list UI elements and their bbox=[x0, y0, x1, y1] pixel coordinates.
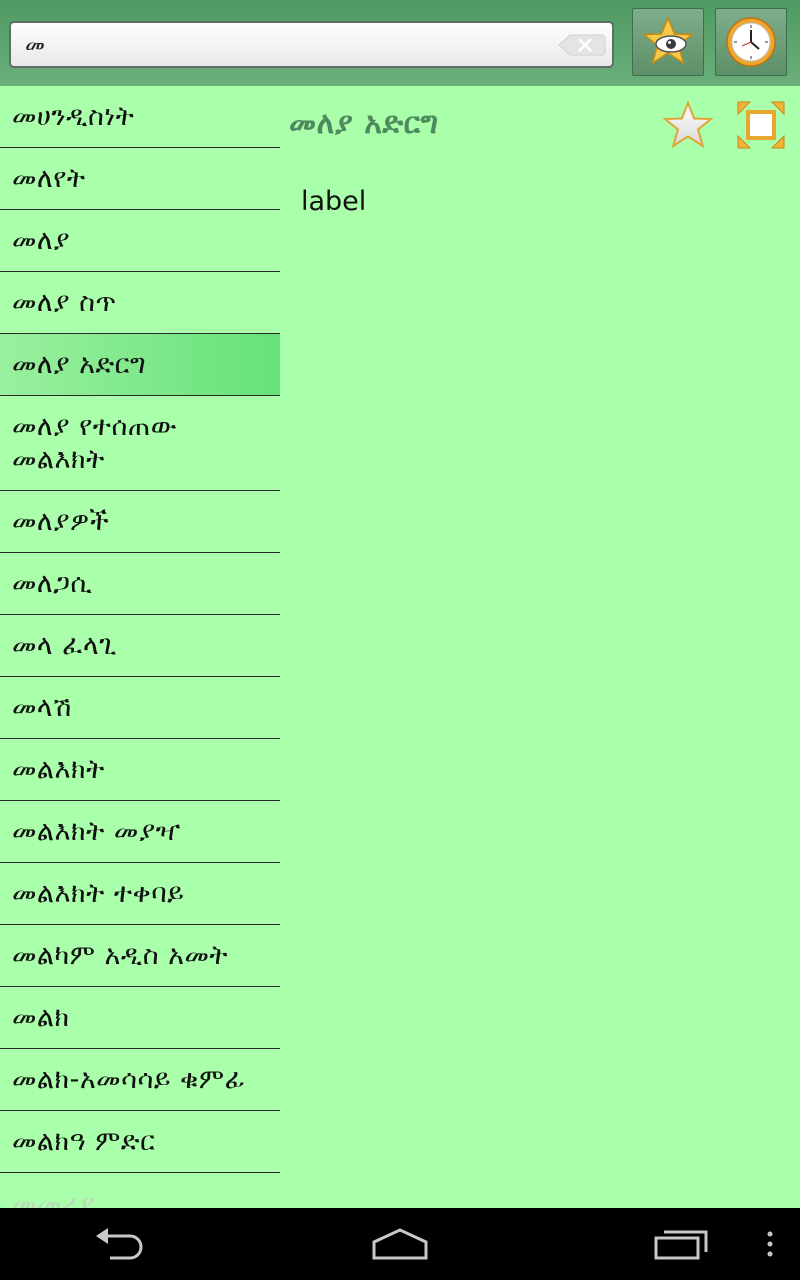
detail-title: መለያ አድርግ bbox=[289, 106, 439, 141]
favorites-button[interactable] bbox=[632, 8, 704, 76]
system-nav-bar bbox=[0, 1208, 800, 1280]
list-item[interactable]: መልካም አዲስ አመት bbox=[0, 925, 280, 987]
list-item-label: መለጋሲ bbox=[12, 568, 93, 599]
history-button[interactable] bbox=[715, 8, 787, 76]
search-box[interactable] bbox=[9, 21, 614, 68]
list-item[interactable]: መመሪያ bbox=[0, 1173, 280, 1209]
list-item[interactable]: መልክዓ ምድር bbox=[0, 1111, 280, 1173]
list-item[interactable]: መለየት bbox=[0, 148, 280, 210]
clock-icon bbox=[726, 17, 776, 67]
list-item[interactable]: መልክ-አመሳሳይ ቁምፊ bbox=[0, 1049, 280, 1111]
list-item-label: መልክዓ ምድር bbox=[12, 1126, 156, 1157]
list-item-label: መመሪያ bbox=[12, 1188, 95, 1209]
translation-text: label bbox=[301, 186, 367, 217]
list-item[interactable]: መለያዎች bbox=[0, 491, 280, 553]
word-list[interactable]: መሀንዲስነት መለየት መለያ መለያ ስጥ መለያ አድርግ መለያ የተሰ… bbox=[0, 86, 280, 1208]
list-item-label: መላ ፈላጊ bbox=[12, 630, 117, 661]
search-input[interactable] bbox=[25, 31, 545, 59]
list-item-label: መላሽ bbox=[12, 692, 72, 723]
list-item[interactable]: መልእክት መያዣ bbox=[0, 801, 280, 863]
list-item[interactable]: መለያ ስጥ bbox=[0, 272, 280, 334]
list-item[interactable]: መላ ፈላጊ bbox=[0, 615, 280, 677]
list-item-label: መልእክት መያዣ bbox=[12, 816, 181, 847]
home-icon[interactable] bbox=[370, 1226, 430, 1262]
list-item-label: መለያ አድርግ bbox=[12, 349, 147, 380]
list-item-selected[interactable]: መለያ አድርግ bbox=[0, 334, 280, 396]
fullscreen-icon[interactable] bbox=[736, 100, 786, 150]
list-item[interactable]: መሀንዲስነት bbox=[0, 86, 280, 148]
clear-search-icon[interactable] bbox=[558, 33, 606, 57]
list-item-label: መለያዎች bbox=[12, 506, 110, 537]
list-item[interactable]: መለያ የተሰጠው መልእክት bbox=[0, 396, 280, 491]
list-item-label: መለያ የተሰጠው መልእክት bbox=[12, 411, 178, 475]
list-item-label: መልክ bbox=[12, 1002, 70, 1033]
list-item[interactable]: መልእክት bbox=[0, 739, 280, 801]
back-icon[interactable] bbox=[90, 1226, 150, 1262]
list-item-label: መልክ-አመሳሳይ ቁምፊ bbox=[12, 1064, 246, 1095]
recent-apps-icon[interactable] bbox=[652, 1226, 712, 1262]
list-item-label: መልካም አዲስ አመት bbox=[12, 940, 229, 971]
star-eye-icon bbox=[641, 16, 695, 65]
list-item-label: መልእክት ተቀባይ bbox=[12, 878, 185, 909]
list-item[interactable]: መለያ bbox=[0, 210, 280, 272]
list-item[interactable]: መላሽ bbox=[0, 677, 280, 739]
list-item[interactable]: መልክ bbox=[0, 987, 280, 1049]
list-item[interactable]: መለጋሲ bbox=[0, 553, 280, 615]
list-item[interactable]: መልእክት ተቀባይ bbox=[0, 863, 280, 925]
top-bar bbox=[0, 0, 800, 86]
add-favorite-star-icon[interactable] bbox=[662, 100, 714, 152]
list-item-label: መለያ ስጥ bbox=[12, 287, 117, 318]
detail-pane: መለያ አድርግ label bbox=[280, 86, 800, 1208]
list-item-label: መልእክት bbox=[12, 754, 105, 785]
list-item-label: መሀንዲስነት bbox=[12, 101, 135, 132]
list-item-label: መለየት bbox=[12, 163, 86, 194]
overflow-menu-icon[interactable] bbox=[760, 1226, 780, 1262]
list-item-label: መለያ bbox=[12, 225, 71, 256]
